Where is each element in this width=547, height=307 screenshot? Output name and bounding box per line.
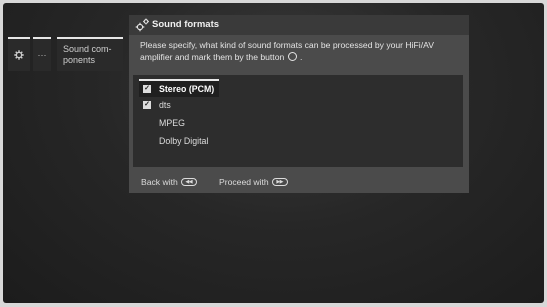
breadcrumb-ellipsis[interactable]: ··· — [33, 37, 51, 71]
list-item-label: dts — [159, 100, 171, 110]
dialog-header: Sound formats — [129, 15, 469, 35]
ellipsis-text: ··· — [37, 50, 47, 60]
description-text: Please specify, what kind of sound forma… — [140, 40, 434, 62]
gear-icon — [14, 50, 24, 60]
checkbox-checked[interactable]: ✓ — [143, 101, 151, 109]
checkbox-checked[interactable]: ✓ — [143, 85, 151, 93]
dialog-footer: Back with ◀◀ Proceed with ▶▶ — [129, 173, 469, 193]
dialog-description: Please specify, what kind of sound forma… — [140, 39, 460, 63]
list-item-dolby-digital[interactable]: Dolby Digital — [139, 133, 399, 149]
sound-format-list: ✓ Stereo (PCM) ✓ dts MPEG Dolby Digital — [133, 75, 463, 167]
list-item-stereo-pcm[interactable]: ✓ Stereo (PCM) — [139, 79, 219, 97]
list-item-mpeg[interactable]: MPEG — [139, 115, 399, 131]
list-item-label: MPEG — [159, 118, 185, 128]
rewind-key-icon: ◀◀ — [180, 178, 197, 186]
list-item-dts[interactable]: ✓ dts — [139, 97, 399, 113]
fast-forward-key-icon: ▶▶ — [271, 178, 288, 186]
ok-button-icon — [287, 52, 297, 61]
gear-icon — [135, 18, 149, 32]
dialog-title: Sound formats — [152, 19, 220, 30]
breadcrumb-label-line2: ponents — [63, 55, 96, 65]
back-label: Back with — [141, 177, 178, 187]
list-item-label: Dolby Digital — [159, 136, 209, 146]
proceed-label: Proceed with — [219, 177, 269, 187]
list-item-label: Stereo (PCM) — [159, 84, 215, 94]
breadcrumb-label-line1: Sound com- — [63, 44, 112, 54]
back-button[interactable]: Back with ◀◀ — [141, 177, 197, 187]
proceed-button[interactable]: Proceed with ▶▶ — [219, 177, 288, 187]
sound-formats-dialog: Please specify, what kind of sound forma… — [129, 35, 469, 193]
settings-tab[interactable] — [8, 37, 30, 71]
breadcrumb-sound-components[interactable]: Sound com- ponents — [57, 37, 123, 71]
tv-screen: ··· Sound com- ponents Sound formats Ple… — [3, 3, 544, 303]
description-end: . — [300, 52, 303, 62]
